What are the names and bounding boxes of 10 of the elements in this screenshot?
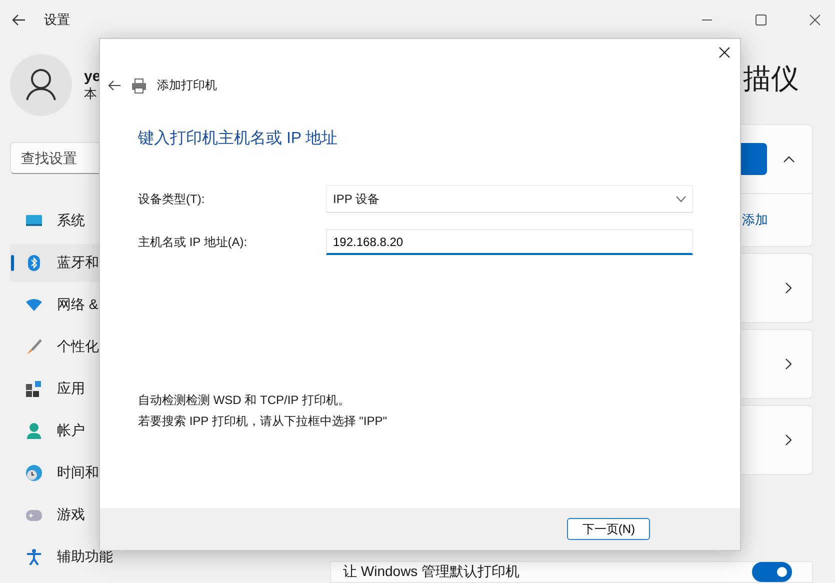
- field-label: 设备类型(T):: [138, 190, 206, 208]
- field-label: 主机名或 IP 地址(A):: [138, 234, 248, 250]
- page-title: 描仪: [742, 62, 800, 96]
- window-title: 设置: [44, 11, 70, 29]
- hint-text: 若要搜索 IPP 打印机，请从下拉框中选择 "IPP": [138, 413, 388, 430]
- row-label: 让 Windows 管理默认打印机: [343, 563, 520, 581]
- dialog-heading: 键入打印机主机名或 IP 地址: [138, 128, 339, 149]
- user-subtitle: 本: [84, 84, 98, 102]
- dialog-title: 添加打印机: [157, 77, 217, 94]
- hint-text: 自动检测检测 WSD 和 TCP/IP 打印机。: [138, 392, 351, 409]
